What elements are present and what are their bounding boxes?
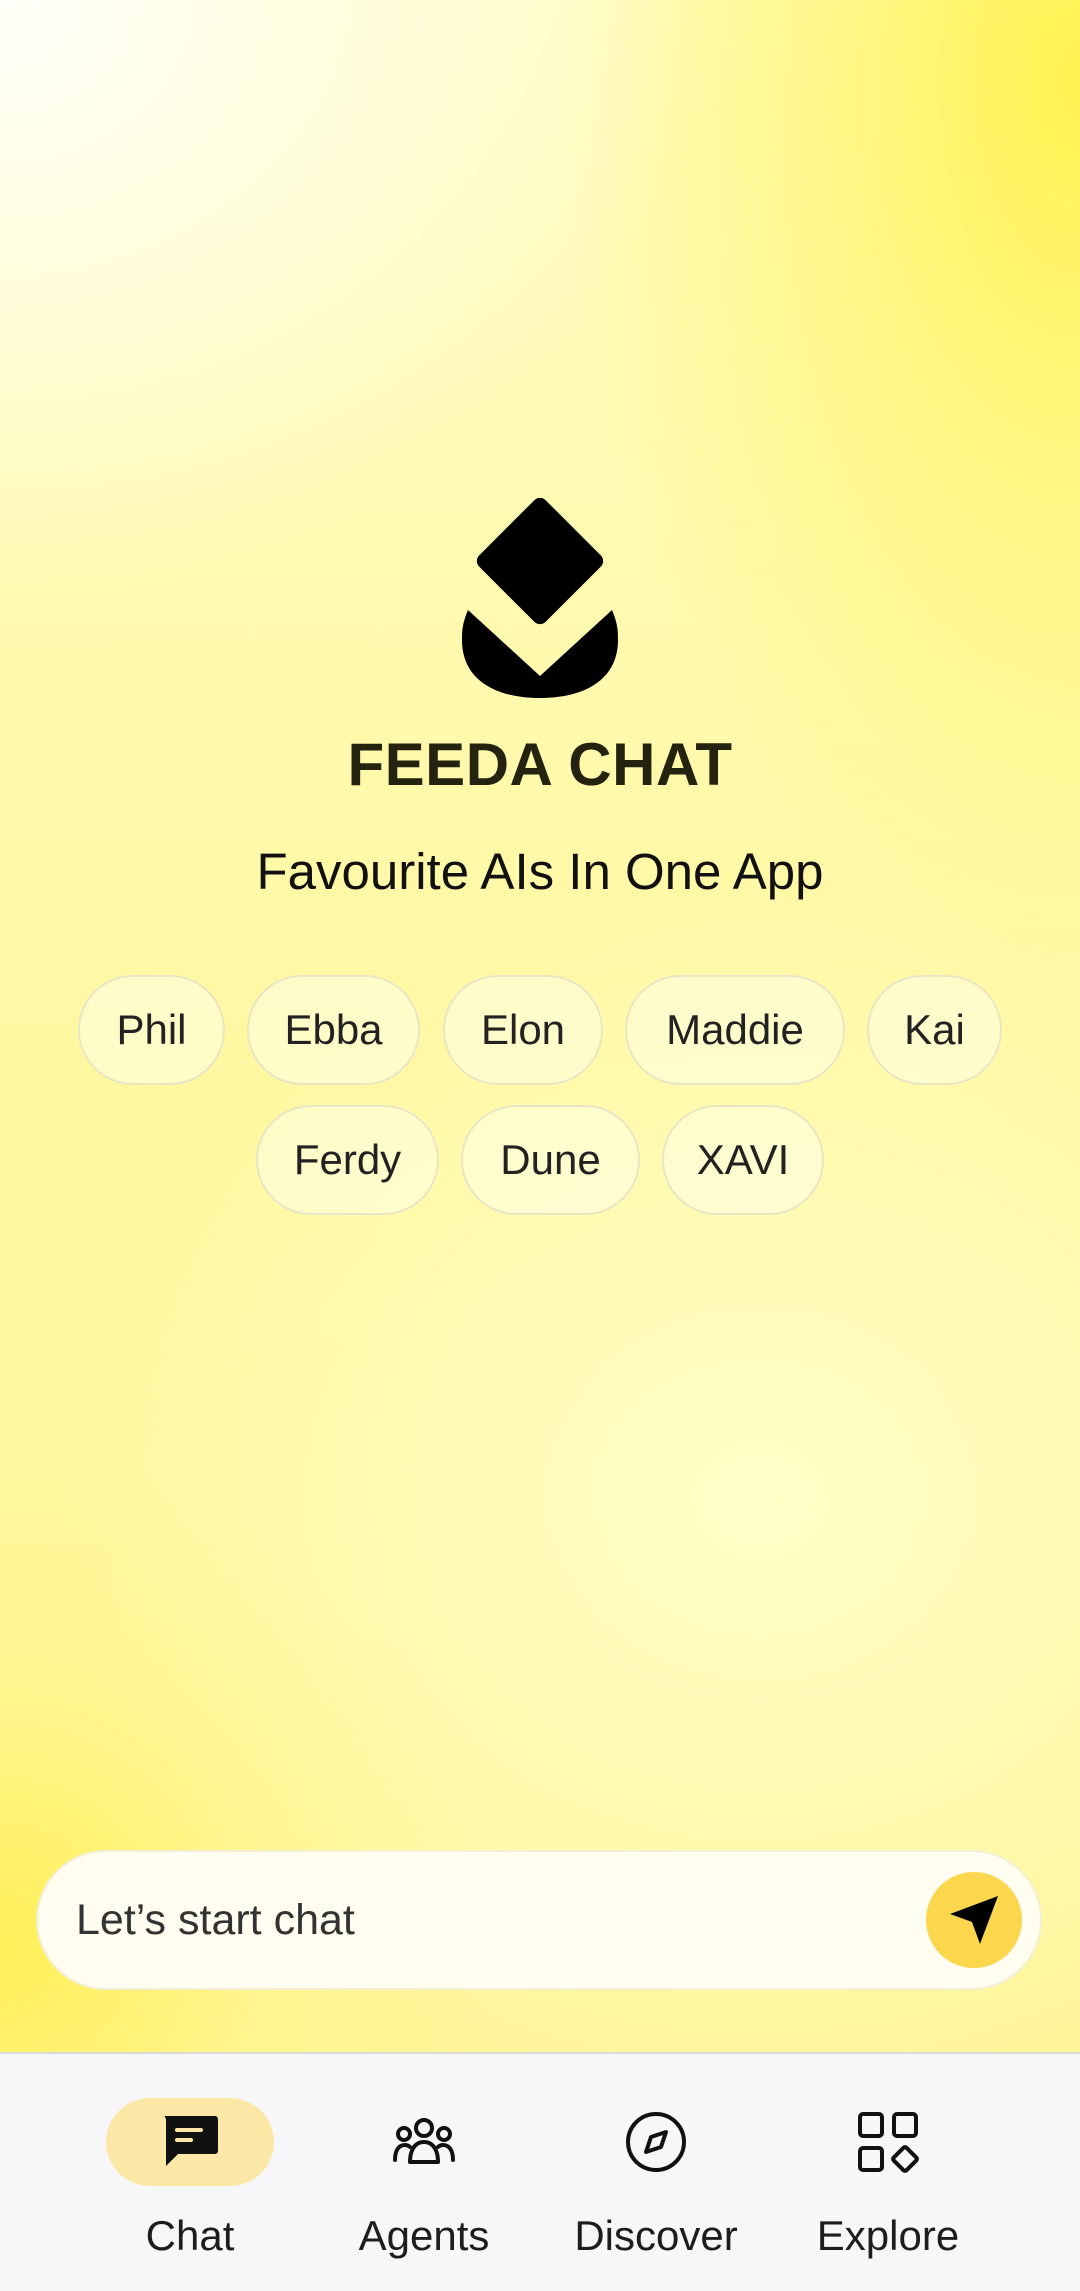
agent-chip-xavi[interactable]: XAVI: [662, 1105, 824, 1215]
nav-item-agents[interactable]: Agents: [324, 2054, 524, 2291]
chat-input-bar[interactable]: Let’s start chat: [36, 1850, 1042, 1990]
compass-icon: [626, 2112, 686, 2172]
agent-chip-phil[interactable]: Phil: [78, 975, 225, 1085]
agent-chip-ebba[interactable]: Ebba: [247, 975, 420, 1085]
bottom-nav: Chat Agents Discover Explore: [0, 2052, 1080, 2291]
send-icon: [950, 1896, 998, 1944]
agent-chip-ferdy[interactable]: Ferdy: [256, 1105, 439, 1215]
agent-chip-maddie[interactable]: Maddie: [625, 975, 845, 1085]
agent-chip-elon[interactable]: Elon: [443, 975, 603, 1085]
nav-item-explore[interactable]: Explore: [788, 2054, 988, 2291]
nav-label-explore: Explore: [816, 2212, 960, 2259]
nav-item-discover[interactable]: Discover: [556, 2054, 756, 2291]
app-title: FEEDA CHAT: [347, 731, 733, 798]
group-icon: [393, 2118, 455, 2164]
nav-label-agents: Agents: [358, 2212, 490, 2259]
send-button[interactable]: [926, 1872, 1022, 1968]
feeda-logo-icon: [462, 498, 618, 698]
chat-input[interactable]: Let’s start chat: [76, 1852, 355, 1988]
nav-active-indicator: [106, 2098, 274, 2186]
nav-label-discover: Discover: [574, 2212, 738, 2259]
nav-item-chat[interactable]: Chat: [90, 2054, 290, 2291]
agent-chip-kai[interactable]: Kai: [867, 975, 1002, 1085]
chat-bubble-icon: [164, 2116, 218, 2166]
app-subtitle: Favourite AIs In One App: [256, 843, 824, 900]
agent-chip-dune[interactable]: Dune: [461, 1105, 640, 1215]
grid-apps-icon: [858, 2112, 919, 2173]
nav-label-chat: Chat: [145, 2212, 235, 2259]
